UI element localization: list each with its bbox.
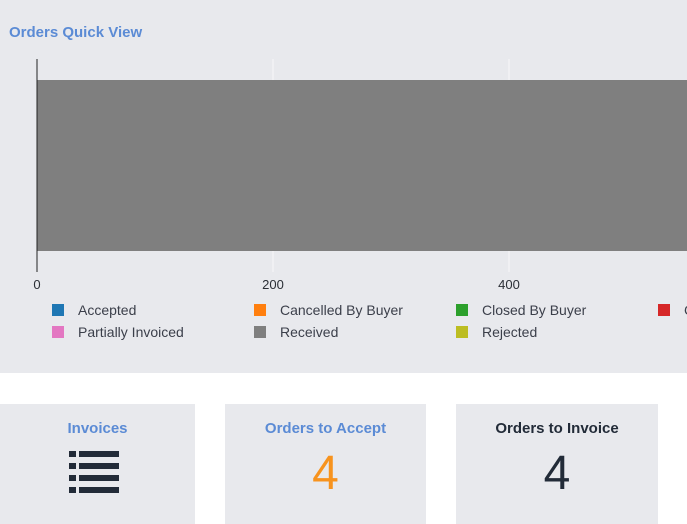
legend-label: Accepted [78, 302, 137, 318]
orders-to-accept-card[interactable]: Orders to Accept 4 [225, 404, 426, 524]
legend-label: Received [280, 324, 339, 340]
legend-swatch [52, 304, 64, 316]
orders-to-invoice-count[interactable]: 4 [456, 446, 658, 502]
legend-swatch [254, 304, 266, 316]
legend-swatch [456, 304, 468, 316]
orders-to-accept-count[interactable]: 4 [225, 446, 426, 502]
legend-swatch [456, 326, 468, 338]
legend-label: Cancelled By Buyer [280, 302, 403, 318]
orders-to-invoice-title[interactable]: Orders to Invoice [456, 420, 658, 437]
orders-chart: 0 200 400 [33, 59, 687, 292]
orders-quick-view-panel: Orders Quick View 0 200 400 Accepted Cancel… [0, 0, 687, 373]
bar-received[interactable] [37, 80, 687, 251]
invoices-card[interactable]: Invoices [0, 404, 195, 524]
legend-swatch [658, 304, 670, 316]
legend-label: Rejected [482, 324, 538, 340]
legend-label: Closed By Buyer [482, 302, 587, 318]
orders-to-accept-title[interactable]: Orders to Accept [225, 420, 426, 437]
invoices-card-title[interactable]: Invoices [0, 420, 195, 437]
x-tick-label: 400 [498, 277, 520, 292]
legend-label: Partially Invoiced [78, 324, 184, 340]
list-icon [69, 451, 119, 493]
legend-swatch [254, 326, 266, 338]
x-tick-label: 0 [33, 277, 40, 292]
x-tick-label: 200 [262, 277, 284, 292]
legend-swatch [52, 326, 64, 338]
orders-to-invoice-card[interactable]: Orders to Invoice 4 [456, 404, 658, 524]
